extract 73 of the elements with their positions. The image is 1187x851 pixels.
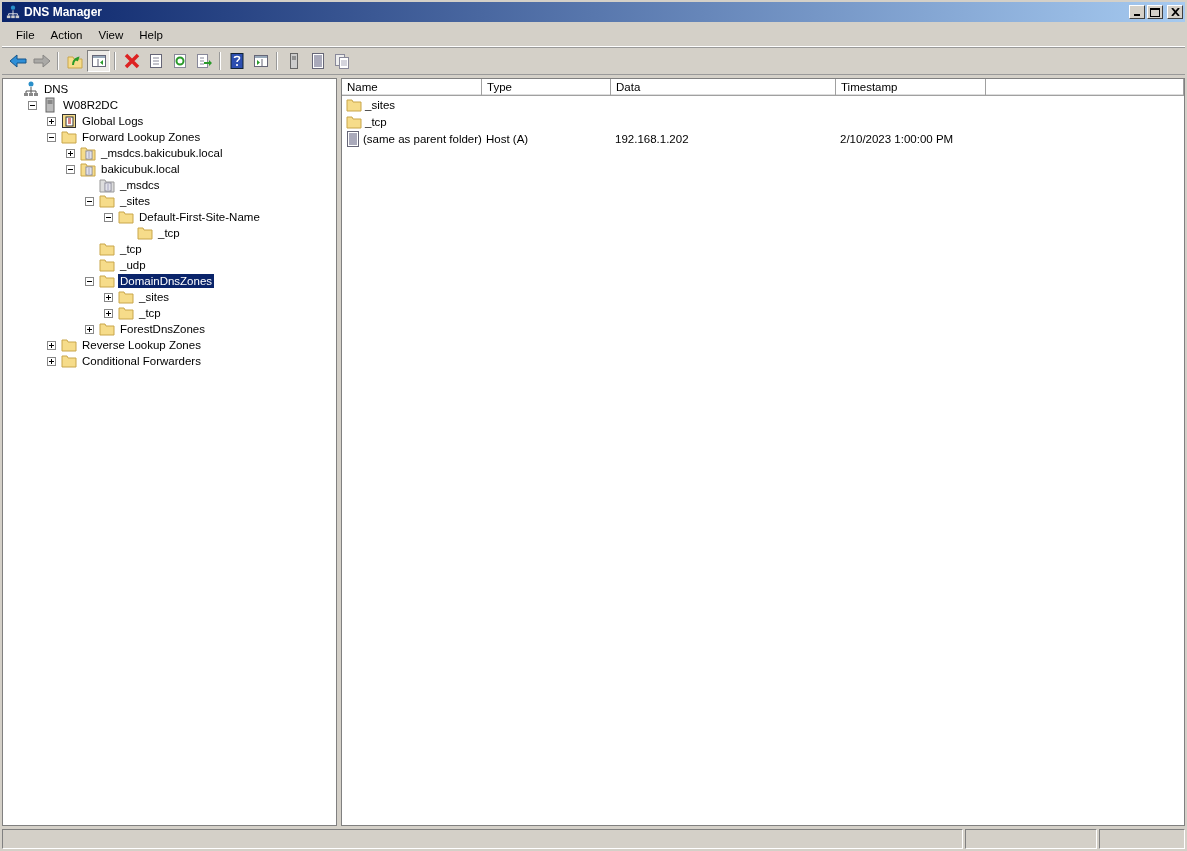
tree-item[interactable]: _tcp xyxy=(156,226,182,240)
expand-toggle[interactable] xyxy=(45,356,58,366)
tree-item[interactable]: W08R2DC xyxy=(61,98,120,112)
collapse-toggle[interactable] xyxy=(83,196,96,206)
collapse-toggle[interactable] xyxy=(102,212,115,222)
expand-toggle[interactable] xyxy=(102,308,115,318)
folder-icon xyxy=(61,130,77,144)
close-button[interactable] xyxy=(1167,5,1183,19)
collapse-toggle[interactable] xyxy=(83,276,96,286)
collapse-toggle[interactable] xyxy=(26,100,39,110)
tree-item[interactable]: _sites xyxy=(137,290,172,304)
record-icon xyxy=(346,130,360,147)
expand-toggle[interactable] xyxy=(45,116,58,126)
tree-item[interactable]: Forward Lookup Zones xyxy=(80,130,203,144)
folder-icon xyxy=(99,322,115,336)
zone-icon xyxy=(80,161,96,177)
folder-icon xyxy=(61,354,77,368)
column-header[interactable]: Data xyxy=(611,79,836,96)
folder-icon xyxy=(137,226,153,240)
collapse-toggle[interactable] xyxy=(45,132,58,142)
tree-item[interactable]: Conditional Forwarders xyxy=(80,354,203,368)
folder-icon xyxy=(118,210,134,224)
tree-item[interactable]: _tcp xyxy=(118,242,144,256)
tree-item[interactable]: _sites xyxy=(118,194,153,208)
column-header[interactable]: Name xyxy=(342,79,482,96)
menu-item[interactable]: Action xyxy=(42,29,91,41)
folder-icon xyxy=(99,258,115,272)
tree-item[interactable]: ForestDnsZones xyxy=(118,322,207,336)
column-header[interactable]: Type xyxy=(482,79,611,96)
folder-icon xyxy=(99,242,115,256)
folder-icon xyxy=(118,306,134,320)
tree-item[interactable]: DomainDnsZones xyxy=(118,274,215,288)
menu-item[interactable]: View xyxy=(90,29,132,41)
expand-toggle[interactable] xyxy=(45,340,58,350)
tree-item[interactable]: _msdcs.bakicubuk.local xyxy=(99,146,225,160)
zone-icon xyxy=(99,177,115,193)
close-icon xyxy=(1170,8,1180,16)
record-data: 192.168.1.202 xyxy=(615,132,689,145)
record-name[interactable]: _sites xyxy=(365,98,396,111)
record-name[interactable]: (same as parent folder) xyxy=(363,132,482,145)
folder-icon xyxy=(61,338,77,352)
record-name[interactable]: _tcp xyxy=(365,115,387,128)
collapse-toggle[interactable] xyxy=(64,164,77,174)
window-title: DNS Manager xyxy=(24,5,103,19)
record-timestamp: 2/10/2023 1:00:00 PM xyxy=(840,132,954,145)
tree-item[interactable]: Default-First-Site-Name xyxy=(137,210,262,224)
network-icon xyxy=(23,81,39,97)
expand-toggle[interactable] xyxy=(83,324,96,334)
menu-item[interactable]: File xyxy=(8,29,43,41)
tree-item[interactable]: Reverse Lookup Zones xyxy=(80,338,203,352)
tree-item[interactable]: _udp xyxy=(118,258,148,272)
folder-icon xyxy=(99,274,115,288)
zone-icon xyxy=(80,145,96,161)
column-header[interactable]: Timestamp xyxy=(836,79,986,96)
tree-item[interactable]: _tcp xyxy=(137,306,163,320)
folder-icon xyxy=(118,290,134,304)
expand-toggle[interactable] xyxy=(64,148,77,158)
tree-item[interactable]: _msdcs xyxy=(118,178,162,192)
minimize-button[interactable] xyxy=(1129,5,1145,19)
tree-item[interactable]: Global Logs xyxy=(80,114,146,128)
network-icon xyxy=(6,4,20,20)
tree-item[interactable]: DNS xyxy=(42,82,71,96)
expand-toggle[interactable] xyxy=(102,292,115,302)
menu-item[interactable]: Help xyxy=(131,29,171,41)
maximize-button[interactable] xyxy=(1147,5,1163,19)
maximize-icon xyxy=(1150,7,1160,17)
folder-icon xyxy=(346,114,362,129)
server-icon[interactable] xyxy=(288,53,299,69)
tree-item[interactable]: bakicubuk.local xyxy=(99,162,182,176)
server-icon xyxy=(42,97,58,113)
record-type: Host (A) xyxy=(486,132,529,145)
log-icon xyxy=(61,113,77,129)
folder-icon xyxy=(99,194,115,208)
